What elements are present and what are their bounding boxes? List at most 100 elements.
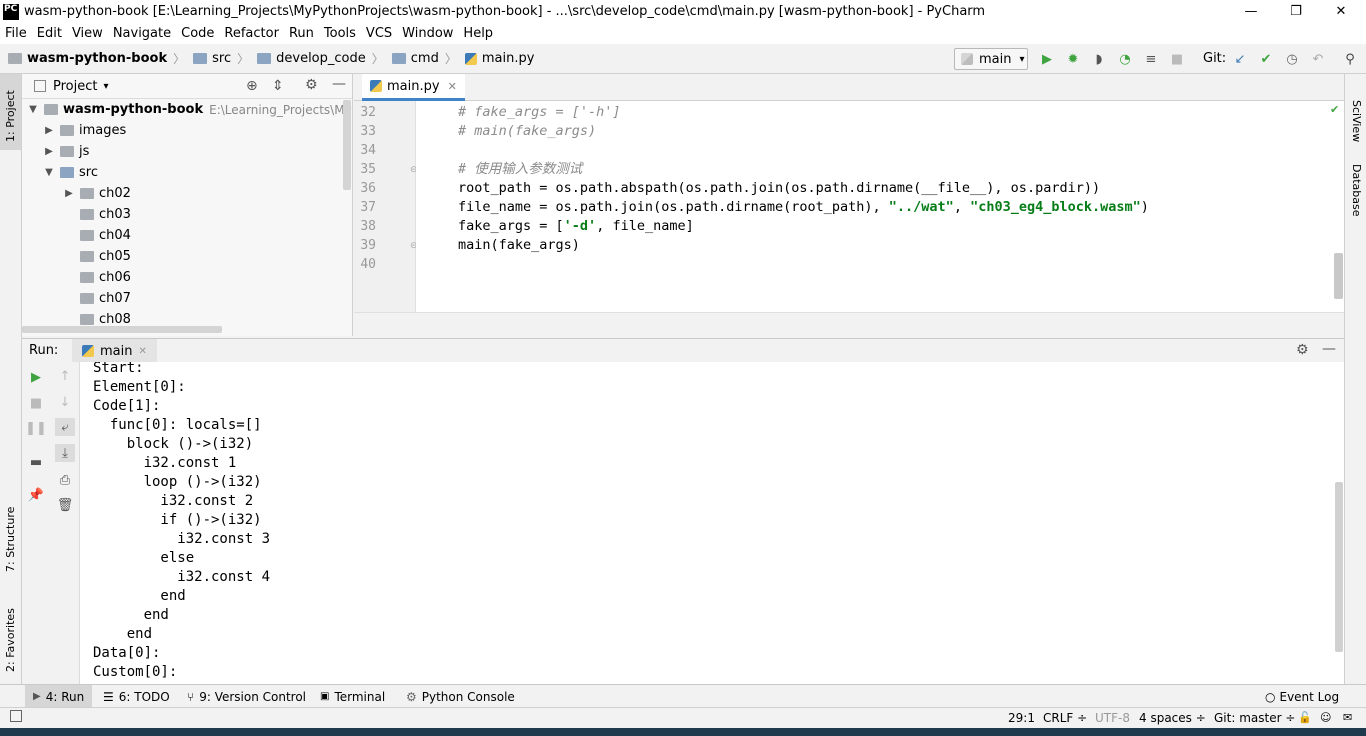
tab-python-console[interactable]: ⚙ Python Console: [406, 685, 515, 708]
close-icon[interactable]: ✕: [448, 80, 457, 93]
menu-refactor[interactable]: Refactor: [219, 26, 284, 41]
indent-setting[interactable]: 4 spaces ÷: [1139, 711, 1206, 725]
menu-file[interactable]: File: [0, 26, 32, 41]
stop-icon[interactable]: ■: [26, 394, 46, 412]
tree-item-ch03[interactable]: ch03: [76, 204, 131, 225]
tool-windows-icon[interactable]: [10, 710, 22, 722]
tab-event-log[interactable]: ○ Event Log: [1265, 685, 1339, 708]
tree-item-js[interactable]: ▶ js: [42, 141, 89, 162]
lock-icon[interactable]: 🔓: [1298, 711, 1312, 724]
chevron-down-icon[interactable]: ▾: [103, 81, 108, 92]
breadcrumb-project[interactable]: wasm-python-book 〉: [8, 50, 185, 67]
pin-icon[interactable]: 📌: [26, 486, 46, 504]
run-configuration-dropdown[interactable]: main ▾: [954, 48, 1028, 70]
tab-terminal[interactable]: ▣ Terminal: [320, 685, 385, 708]
menu-help[interactable]: Help: [458, 26, 498, 41]
run-icon[interactable]: ▶: [1039, 51, 1055, 67]
run-tab-main[interactable]: main ✕: [72, 339, 157, 363]
line-separator[interactable]: CRLF ÷: [1043, 711, 1087, 725]
console-output[interactable]: Start: Element[0]: Code[1]: func[0]: loc…: [80, 362, 1344, 684]
inspector-icon[interactable]: ☺: [1320, 711, 1331, 724]
console-line: Custom[0]:: [93, 664, 178, 680]
tab-database[interactable]: Database: [1350, 164, 1363, 217]
console-line: Data[0]:: [93, 645, 161, 661]
menu-tools[interactable]: Tools: [319, 26, 361, 41]
menu-edit[interactable]: Edit: [32, 26, 67, 41]
git-update-icon[interactable]: ↙: [1232, 51, 1248, 67]
maximize-button[interactable]: ❐: [1273, 0, 1319, 23]
breadcrumb-src[interactable]: src 〉: [193, 50, 249, 67]
string-literal: "../wat": [888, 199, 954, 215]
tab-structure[interactable]: 7: Structure: [4, 492, 17, 572]
tab-run[interactable]: ▶ 4: Run: [25, 685, 93, 708]
gear-icon[interactable]: ⚙: [1296, 342, 1309, 358]
stop-icon[interactable]: ■: [1169, 51, 1185, 67]
tree-item-ch04[interactable]: ch04: [76, 225, 131, 246]
tree-root[interactable]: ▼ wasm-python-book E:\Learning_Projects\My…: [26, 99, 352, 120]
breadcrumb-main-py[interactable]: main.py: [464, 51, 534, 66]
tree-item-ch02[interactable]: ▶ ch02: [62, 183, 131, 204]
console-scrollbar[interactable]: [1335, 482, 1343, 652]
coverage-icon[interactable]: ◗: [1091, 51, 1107, 67]
root-path: E:\Learning_Projects\MyPytho: [209, 102, 352, 117]
menu-code[interactable]: Code: [176, 26, 219, 41]
gear-icon[interactable]: ⚙: [305, 77, 318, 93]
hide-icon[interactable]: —: [332, 76, 346, 92]
pause-icon[interactable]: ❚❚: [25, 419, 47, 437]
arrow-up-icon[interactable]: ↑: [55, 367, 75, 385]
close-icon[interactable]: ✕: [138, 346, 146, 357]
horizontal-scrollbar[interactable]: [22, 326, 222, 333]
inspection-ok-icon[interactable]: ✔: [1330, 103, 1339, 116]
profile-icon[interactable]: ◔: [1117, 51, 1133, 67]
string-literal: "ch03_eg4_block.wasm": [970, 199, 1141, 215]
breadcrumb-cmd[interactable]: cmd 〉: [391, 50, 457, 67]
minimize-button[interactable]: —: [1228, 0, 1274, 23]
tree-item-ch07[interactable]: ch07: [76, 288, 131, 309]
tab-project[interactable]: 1: Project: [4, 82, 17, 142]
tab-todo[interactable]: ☰ 6: TODO: [103, 685, 170, 708]
menu-navigate[interactable]: Navigate: [108, 26, 176, 41]
tree-item-ch05[interactable]: ch05: [76, 246, 131, 267]
scroll-to-end-icon[interactable]: ⤓: [55, 444, 75, 462]
debug-icon[interactable]: ✹: [1065, 51, 1081, 67]
tree-item-ch06[interactable]: ch06: [76, 267, 131, 288]
code-line: # main(fake_args): [458, 123, 597, 139]
history-icon[interactable]: ◷: [1284, 51, 1300, 67]
notifications-icon[interactable]: ✉: [1343, 711, 1352, 724]
breadcrumb-develop-code[interactable]: develop_code 〉: [257, 50, 384, 67]
layout-icon[interactable]: ▬: [26, 453, 46, 471]
project-view-label[interactable]: Project: [53, 79, 97, 94]
menu-window[interactable]: Window: [397, 26, 458, 41]
folder-icon: [60, 146, 74, 157]
hide-icon[interactable]: —: [1322, 341, 1336, 357]
soft-wrap-icon[interactable]: ⤶: [55, 418, 75, 436]
search-icon[interactable]: ⚲: [1342, 51, 1358, 67]
tab-version-control[interactable]: ⑂ 9: Version Control: [187, 685, 306, 708]
concurrency-icon[interactable]: ≡: [1143, 51, 1159, 67]
tab-sciview[interactable]: SciView: [1350, 100, 1363, 142]
editor-scrollbar[interactable]: [1334, 253, 1343, 299]
menu-view[interactable]: View: [67, 26, 108, 41]
close-window-button[interactable]: ✕: [1318, 0, 1364, 23]
rerun-icon[interactable]: ▶: [26, 368, 46, 386]
git-commit-icon[interactable]: ✔: [1258, 51, 1274, 67]
tab-favorites[interactable]: 2: Favorites: [4, 592, 17, 672]
locate-icon[interactable]: ⊕: [246, 78, 258, 94]
tree-item-images[interactable]: ▶ images: [42, 120, 126, 141]
trash-icon[interactable]: 🗑: [55, 496, 75, 514]
collapse-all-icon[interactable]: ⇕: [272, 78, 284, 94]
tree-item-src[interactable]: ▼ src: [42, 162, 98, 183]
caret-position[interactable]: 29:1: [1008, 711, 1035, 725]
tab-main-py[interactable]: main.py ✕: [362, 74, 465, 101]
arrow-down-icon[interactable]: ↓: [55, 393, 75, 411]
rollback-icon[interactable]: ↶: [1310, 51, 1326, 67]
print-icon[interactable]: ⎙: [55, 471, 75, 489]
chevron-right-icon: 〉: [237, 52, 250, 66]
menu-run[interactable]: Run: [284, 26, 319, 41]
code-editor[interactable]: # fake_args = ['-h'] # main(fake_args) #…: [416, 101, 1344, 312]
file-encoding[interactable]: UTF-8: [1095, 711, 1130, 725]
git-branch[interactable]: Git: master ÷: [1214, 711, 1295, 725]
vertical-scrollbar[interactable]: [343, 100, 351, 190]
menu-vcs[interactable]: VCS: [361, 26, 397, 41]
folder-icon: [257, 53, 272, 64]
